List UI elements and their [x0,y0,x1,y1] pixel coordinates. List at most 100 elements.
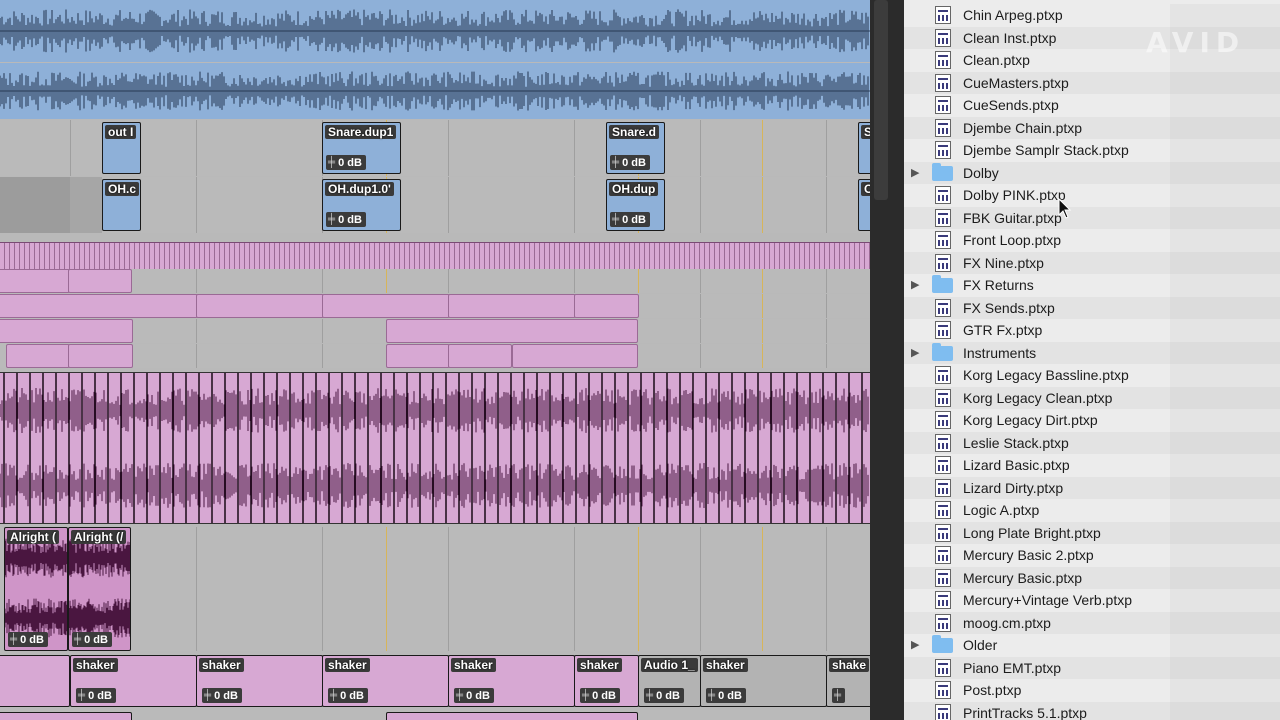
browser-file-row[interactable]: FX Nine.ptxp [904,251,1280,274]
browser-file-row[interactable]: PrintTracks 5.1.ptxp [904,701,1280,720]
audio-clip[interactable]: OH.c [102,179,141,231]
audio-clip[interactable]: S [858,122,870,174]
browser-file-row[interactable]: Post.ptxp [904,679,1280,702]
clip-gain-indicator[interactable]: ╪ 0 dB [580,688,620,703]
audio-clip[interactable]: Alright (/ ╪ 0 dB [68,527,131,651]
track-lane-2[interactable] [0,63,870,119]
clip-gain-indicator[interactable]: ╪ 0 dB [8,632,48,647]
clip-gain-indicator[interactable]: ╪ 0 dB [326,212,366,227]
midi-clip[interactable] [448,294,576,318]
audio-clip[interactable]: shaker ╪ 0 dB [574,655,639,707]
audio-clip[interactable]: C [858,179,870,231]
track-lane-pink-3[interactable] [0,319,870,343]
midi-clip[interactable] [68,344,133,368]
midi-clip[interactable] [0,294,198,318]
browser-file-row[interactable]: FBK Guitar.ptxp [904,206,1280,229]
browser-file-row[interactable]: Mercury+Vintage Verb.ptxp [904,589,1280,612]
audio-clip[interactable]: shaker ╪ 0 dB [700,655,827,707]
browser-file-row[interactable]: Long Plate Bright.ptxp [904,521,1280,544]
browser-file-row[interactable]: CueMasters.ptxp [904,71,1280,94]
clip-gain-indicator[interactable]: ╪ 0 dB [328,688,368,703]
browser-folder-row[interactable]: ▶ Older [904,634,1280,657]
audio-clip[interactable]: shaker ╪ 0 dB [196,655,323,707]
midi-clip[interactable] [574,294,639,318]
midi-clip[interactable] [196,294,324,318]
audio-clip[interactable]: shaker ╪ 0 dB [448,655,575,707]
browser-folder-row[interactable]: ▶ Instruments [904,341,1280,364]
browser-file-row[interactable]: Logic A.ptxp [904,499,1280,522]
midi-clip[interactable] [322,294,450,318]
midi-clip[interactable] [0,269,70,293]
clip-gain-indicator[interactable]: ╪ 0 dB [326,155,366,170]
clip-gain-indicator[interactable]: ╪ 0 dB [610,155,650,170]
track-lane-pink-2[interactable] [0,294,870,318]
disclosure-triangle-icon[interactable]: ▶ [911,638,919,651]
audio-clip[interactable]: out I [102,122,141,174]
browser-file-row[interactable]: Lizard Dirty.ptxp [904,476,1280,499]
audio-clip[interactable]: OH.dup1.0' ╪ 0 dB [322,179,401,231]
browser-folder-row[interactable]: ▶ FX Returns [904,274,1280,297]
browser-file-row[interactable]: moog.cm.ptxp [904,611,1280,634]
scrollbar-thumb[interactable] [874,0,888,200]
audio-clip[interactable]: Alright ( ╪ 0 dB [4,527,68,651]
track-lane-shaker[interactable]: shaker ╪ 0 dB shaker ╪ 0 dB shaker ╪ 0 dB s… [0,655,870,707]
audio-clip[interactable] [386,712,638,720]
midi-clip[interactable] [68,269,132,293]
browser-file-row[interactable]: Djembe Chain.ptxp [904,116,1280,139]
midi-clip[interactable] [448,344,512,368]
audio-clip[interactable]: OH.dup ╪ 0 dB [606,179,665,231]
clip-gain-indicator[interactable]: ╪ 0 dB [706,688,746,703]
track-lane-loop[interactable] [0,372,870,524]
track-lane-bottom[interactable] [0,710,870,720]
browser-file-row[interactable]: Mercury Basic 2.ptxp [904,544,1280,567]
track-lane-pink-1[interactable] [0,269,870,293]
track-lane-pink-4[interactable] [0,344,870,368]
midi-clip[interactable] [512,344,638,368]
clip-gain-indicator[interactable]: ╪ 0 dB [610,212,650,227]
browser-file-row[interactable]: GTR Fx.ptxp [904,319,1280,342]
browser-folder-row[interactable]: ▶ Dolby [904,161,1280,184]
browser-file-row[interactable]: Leslie Stack.ptxp [904,431,1280,454]
browser-file-row[interactable]: Front Loop.ptxp [904,229,1280,252]
clip-gain-indicator[interactable]: ╪ 0 dB [454,688,494,703]
midi-clip[interactable] [386,319,638,343]
browser-file-row[interactable]: Dolby PINK.ptxp [904,184,1280,207]
browser-file-row[interactable]: Djembe Samplr Stack.ptxp [904,139,1280,162]
clip-gain-indicator[interactable]: ╪ 0 dB [644,688,684,703]
browser-file-row[interactable]: Korg Legacy Bassline.ptxp [904,364,1280,387]
audio-clip[interactable]: shaker ╪ 0 dB [70,655,197,707]
track-lane-1[interactable] [0,0,870,62]
midi-clip[interactable] [6,344,70,368]
disclosure-triangle-icon[interactable]: ▶ [911,346,919,359]
edit-window[interactable]: out I Snare.dup1 ╪0 dB Snare.d ╪0 dB S O… [0,0,870,720]
workspace-browser[interactable]: Chin Arpeg.ptxp Clean Inst.ptxp Clean.ptxp… [904,0,1280,720]
browser-file-row[interactable]: Piano EMT.ptxp [904,656,1280,679]
clip-gain-indicator[interactable]: ╪ 0 dB [76,688,116,703]
audio-clip[interactable]: shaker ╪ 0 dB [322,655,449,707]
vertical-scrollbar[interactable] [870,0,904,720]
track-lane-overheads[interactable]: OH.c OH.dup1.0' ╪0 dB OH.dup ╪0 dB C [0,177,870,233]
audio-clip[interactable] [0,712,132,720]
audio-clip[interactable]: Snare.d ╪ 0 dB [606,122,665,174]
audio-clip[interactable] [0,655,70,707]
track-lane-snare[interactable]: out I Snare.dup1 ╪0 dB Snare.d ╪0 dB S [0,120,870,176]
browser-file-row[interactable]: Mercury Basic.ptxp [904,566,1280,589]
disclosure-triangle-icon[interactable]: ▶ [911,278,919,291]
audio-clip[interactable]: shake ╪ [826,655,870,707]
track-lane-midi[interactable] [0,242,870,270]
browser-file-row[interactable]: Korg Legacy Clean.ptxp [904,386,1280,409]
browser-file-row[interactable]: CueSends.ptxp [904,94,1280,117]
midi-clip[interactable] [386,344,450,368]
browser-file-row[interactable]: Korg Legacy Dirt.ptxp [904,409,1280,432]
clip-gain-indicator[interactable]: ╪ 0 dB [202,688,242,703]
clip-gain-indicator[interactable]: ╪ 0 dB [72,632,112,647]
browser-file-row[interactable]: Lizard Basic.ptxp [904,454,1280,477]
browser-file-row[interactable]: Chin Arpeg.ptxp [904,4,1280,27]
track-lane-vocal[interactable]: Alright ( ╪ 0 dB Alright (/ ╪ 0 dB [0,527,870,651]
audio-clip[interactable]: Audio 1_ ╪ 0 dB [638,655,701,707]
disclosure-triangle-icon[interactable]: ▶ [911,166,919,179]
midi-clip[interactable] [0,319,133,343]
browser-file-row[interactable]: FX Sends.ptxp [904,296,1280,319]
clip-gain-indicator[interactable]: ╪ [832,688,846,703]
audio-clip[interactable]: Snare.dup1 ╪ 0 dB [322,122,401,174]
